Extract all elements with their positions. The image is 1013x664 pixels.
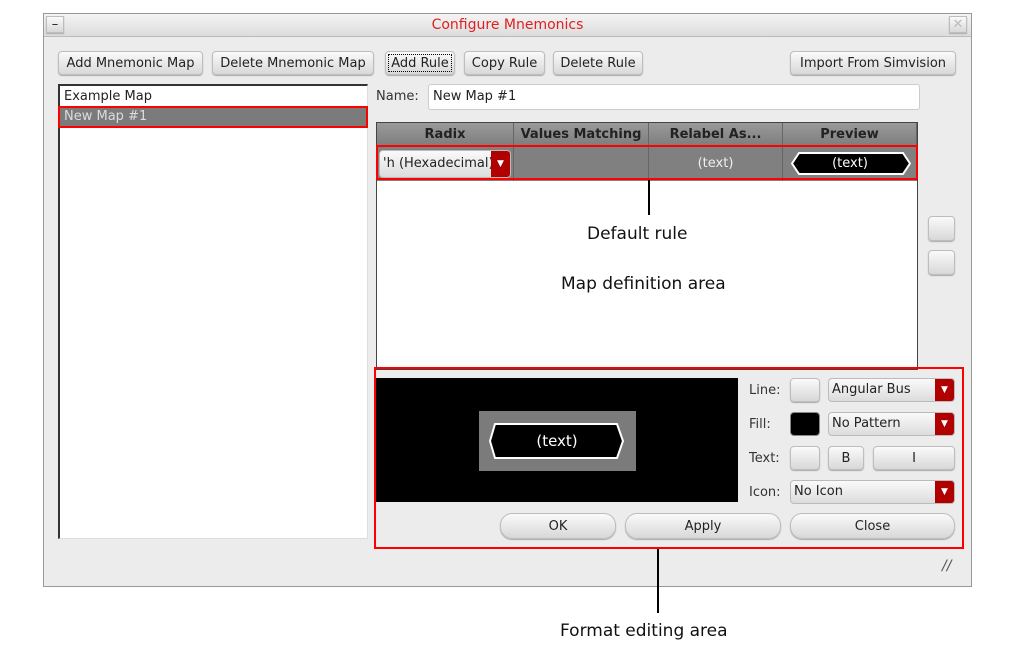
map-item-example[interactable]: Example Map <box>64 87 152 106</box>
mnemonic-map-list[interactable]: Example Map New Map #1 <box>58 84 368 539</box>
column-header-values-matching[interactable]: Values Matching <box>514 123 649 146</box>
annotation-line <box>648 180 650 215</box>
column-header-preview[interactable]: Preview <box>783 123 917 146</box>
default-rule-annotation: Default rule <box>587 224 688 244</box>
move-rule-down-button[interactable] <box>928 250 955 275</box>
default-rule-highlight <box>376 145 918 180</box>
delete-rule-button[interactable]: Delete Rule <box>553 51 643 75</box>
import-from-simvision-button[interactable]: Import From Simvision <box>790 51 956 75</box>
delete-mnemonic-map-button[interactable]: Delete Mnemonic Map <box>212 51 374 75</box>
title-bar: – Configure Mnemonics ✕ <box>44 14 971 37</box>
add-rule-button[interactable]: Add Rule <box>385 51 455 75</box>
add-mnemonic-map-button[interactable]: Add Mnemonic Map <box>58 51 203 75</box>
map-name-input[interactable]: New Map #1 <box>428 84 920 110</box>
annotation-line <box>657 549 659 613</box>
map-item-new-map-1[interactable]: New Map #1 <box>58 106 368 128</box>
copy-rule-button[interactable]: Copy Rule <box>464 51 545 75</box>
map-definition-annotation: Map definition area <box>561 274 726 294</box>
column-header-relabel-as[interactable]: Relabel As... <box>649 123 783 146</box>
name-label: Name: <box>376 89 419 104</box>
column-header-radix[interactable]: Radix <box>377 123 514 146</box>
move-rule-up-button[interactable] <box>928 216 955 241</box>
close-window-button[interactable]: ✕ <box>949 16 967 33</box>
format-area-highlight <box>374 367 964 549</box>
window-title: Configure Mnemonics <box>431 17 584 33</box>
resize-grip-icon[interactable]: // <box>942 558 951 574</box>
format-editing-annotation: Format editing area <box>560 621 728 641</box>
